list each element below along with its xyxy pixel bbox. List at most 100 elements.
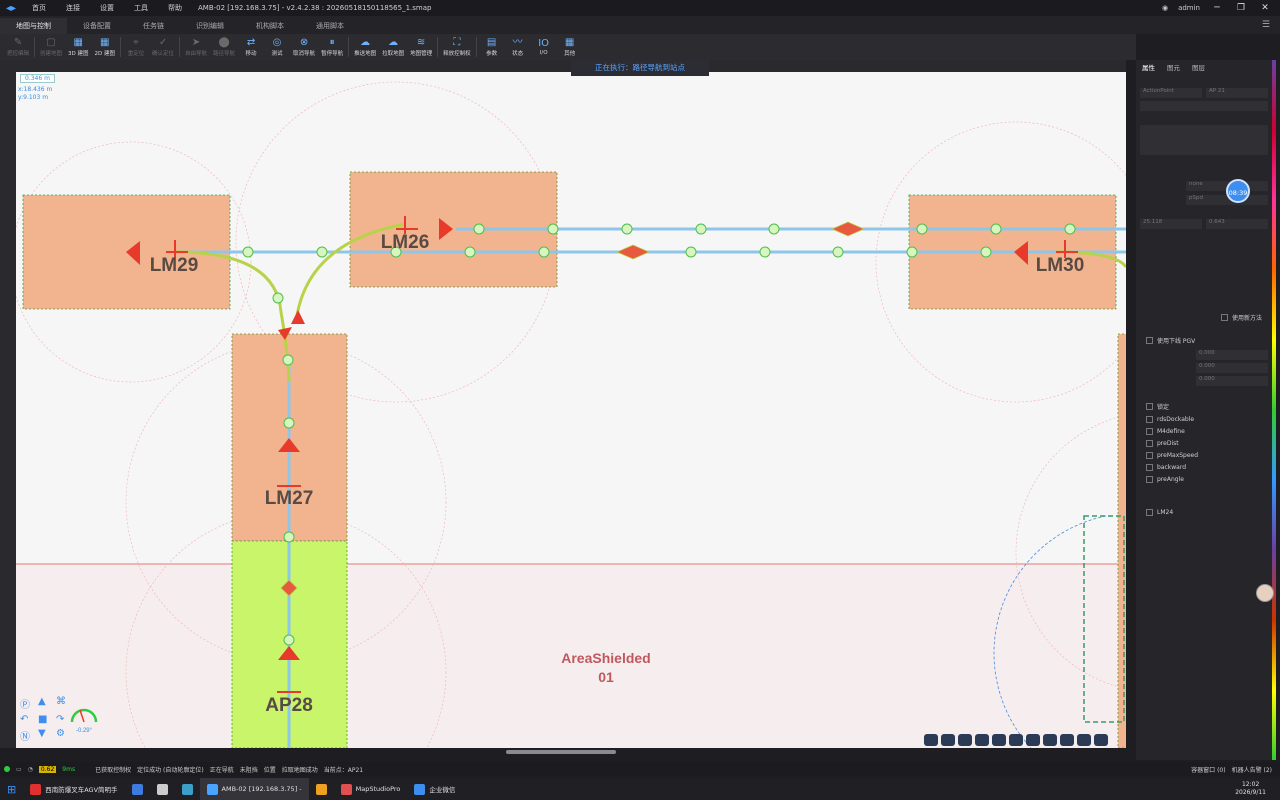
- rotate-right-icon[interactable]: ↷: [56, 714, 71, 725]
- close-button[interactable]: ✕: [1258, 3, 1272, 13]
- tab-1[interactable]: 设备配置: [67, 18, 127, 34]
- toolbar-button-17[interactable]: ☁ 拉取地图: [379, 37, 407, 57]
- rotate-left-icon[interactable]: ↶: [20, 714, 35, 725]
- option-2[interactable]: M4define: [1146, 428, 1262, 435]
- taskbar-app-2[interactable]: [150, 778, 175, 800]
- down-arrow-icon[interactable]: ▼: [38, 728, 53, 743]
- toolbar-button-9[interactable]: ➤ 自由导航: [182, 37, 210, 57]
- settings-icon[interactable]: ☰: [1252, 20, 1280, 34]
- tab-3[interactable]: 识别编辑: [180, 18, 240, 34]
- view-tool-1[interactable]: [924, 734, 938, 746]
- toolbar-button-22[interactable]: ▤ 参数: [479, 37, 505, 57]
- view-tool-3[interactable]: [958, 734, 972, 746]
- floating-timer[interactable]: 08:39: [1226, 179, 1250, 203]
- toolbar-button-16[interactable]: ☁ 推送地图: [351, 37, 379, 57]
- tab-4[interactable]: 机构脚本: [240, 18, 300, 34]
- map-canvas[interactable]: AreaShielded 01 LM29 LM26 LM30 LM27 AP28…: [16, 72, 1126, 748]
- toolbar-button-12[interactable]: ◎ 测试: [264, 37, 290, 57]
- linked-checkbox[interactable]: [1146, 509, 1153, 516]
- robot-alarm[interactable]: 机器人告警 (2): [1232, 765, 1280, 774]
- option-4[interactable]: preMaxSpeed: [1146, 452, 1262, 459]
- view-tool-2[interactable]: [941, 734, 955, 746]
- description-field[interactable]: [1140, 125, 1268, 155]
- toolbar-button-23[interactable]: 〰状态: [505, 37, 531, 57]
- view-tool-10[interactable]: [1077, 734, 1091, 746]
- pgv-x-field[interactable]: 0.000: [1196, 350, 1268, 360]
- menu-item-1[interactable]: 连接: [56, 3, 90, 13]
- tab-2[interactable]: 任务链: [127, 18, 180, 34]
- toolbar-button-7[interactable]: ✓ 确认定位: [149, 37, 177, 57]
- container-window[interactable]: 容器窗口 (0): [1191, 765, 1225, 774]
- toolbar-button-18[interactable]: ≋ 地图管理: [407, 37, 435, 57]
- mode-icon[interactable]: Ⓝ: [20, 728, 35, 743]
- toolbar-button-24[interactable]: IO I/O: [531, 38, 557, 56]
- gamepad-icon[interactable]: ⌘: [56, 696, 71, 711]
- checkbox-1[interactable]: [1146, 416, 1153, 423]
- view-tool-8[interactable]: [1043, 734, 1057, 746]
- checkbox-5[interactable]: [1146, 464, 1153, 471]
- tab-5[interactable]: 通用脚本: [300, 18, 360, 34]
- option-6[interactable]: preAngle: [1146, 476, 1262, 483]
- toolbar-button-14[interactable]: ⏸ 暂停导航: [318, 37, 346, 57]
- pgv-checkbox[interactable]: [1146, 337, 1153, 344]
- toolbar-button-4[interactable]: ▦ 2D 建图: [92, 37, 118, 57]
- view-tool-9[interactable]: [1060, 734, 1074, 746]
- taskbar-app-7[interactable]: 企业微信: [407, 778, 462, 800]
- x-field[interactable]: 25.118: [1140, 219, 1202, 229]
- toolbar-button-25[interactable]: ▦ 其他: [557, 37, 583, 57]
- new-method-checkbox[interactable]: [1220, 314, 1228, 321]
- toolbar-button-10[interactable]: ⬤ 路径导航: [210, 37, 238, 57]
- view-tool-7[interactable]: [1026, 734, 1040, 746]
- assistant-avatar[interactable]: [1256, 584, 1274, 602]
- checkbox-2[interactable]: [1146, 428, 1153, 435]
- gear-icon[interactable]: ⚙: [56, 728, 71, 743]
- tab-0[interactable]: 地图与控制: [0, 18, 67, 34]
- checkbox-6[interactable]: [1146, 476, 1153, 483]
- option-1[interactable]: rdsDockable: [1146, 416, 1262, 423]
- station-partial[interactable]: [1117, 333, 1126, 748]
- option-5[interactable]: backward: [1146, 464, 1262, 471]
- pgv-y-field[interactable]: 0.000: [1196, 363, 1268, 373]
- menu-item-0[interactable]: 首页: [22, 3, 56, 13]
- taskbar-app-3[interactable]: [175, 778, 200, 800]
- taskbar-app-0[interactable]: 西南防爆叉车AGV简明手: [23, 778, 124, 800]
- menu-item-2[interactable]: 设置: [90, 3, 124, 13]
- user-icon[interactable]: ◉: [1162, 4, 1168, 12]
- option-3[interactable]: preDist: [1146, 440, 1262, 447]
- panel-tab-1[interactable]: 图元: [1167, 62, 1180, 72]
- option-0[interactable]: 锁定: [1146, 402, 1262, 411]
- taskbar-app-6[interactable]: MapStudioPro: [334, 778, 408, 800]
- toolbar-button-6[interactable]: ⌖ 重定位: [123, 37, 149, 57]
- user-name[interactable]: admin: [1178, 4, 1200, 12]
- checkbox-3[interactable]: [1146, 440, 1153, 447]
- map-svg[interactable]: AreaShielded 01 LM29 LM26 LM30 LM27 AP28…: [16, 72, 1126, 748]
- horizontal-scrollbar[interactable]: [506, 750, 616, 754]
- taskbar-app-4[interactable]: AMB-02 [192.168.3.75] -: [199, 778, 309, 800]
- toolbar-button-0[interactable]: ✎ 把控编辑: [4, 37, 32, 57]
- taskbar-app-5[interactable]: [309, 778, 334, 800]
- panel-tab-2[interactable]: 图层: [1192, 62, 1205, 72]
- label-field[interactable]: [1140, 101, 1268, 111]
- toolbar-button-13[interactable]: ⊗ 取消导航: [290, 37, 318, 57]
- taskbar-app-1[interactable]: [125, 778, 150, 800]
- pan-icon[interactable]: Ⓟ: [20, 696, 35, 711]
- panel-tab-0[interactable]: 属性: [1142, 62, 1155, 72]
- y-field[interactable]: 0.643: [1206, 219, 1268, 229]
- menu-item-3[interactable]: 工具: [124, 3, 158, 13]
- minimize-button[interactable]: ─: [1210, 3, 1224, 13]
- view-tool-5[interactable]: [992, 734, 1006, 746]
- up-arrow-icon[interactable]: ▲: [38, 696, 53, 711]
- maximize-button[interactable]: ❐: [1234, 3, 1248, 13]
- view-tool-11[interactable]: [1094, 734, 1108, 746]
- class-field[interactable]: ActionPoint: [1140, 88, 1202, 98]
- stop-icon[interactable]: ■: [38, 714, 53, 725]
- name-field[interactable]: AP 21: [1206, 88, 1268, 98]
- toolbar-button-20[interactable]: ⛶ 释放控制权: [440, 37, 474, 57]
- view-tool-6[interactable]: [1009, 734, 1023, 746]
- checkbox-0[interactable]: [1146, 403, 1153, 410]
- toolbar-button-2[interactable]: ▢ 创建地图: [37, 37, 65, 57]
- toolbar-button-11[interactable]: ⇄ 移动: [238, 37, 264, 57]
- windows-start-icon[interactable]: ⊞: [0, 778, 23, 800]
- toolbar-button-3[interactable]: ▦ 3D 建图: [65, 37, 91, 57]
- pgv-angle-field[interactable]: 0.000: [1196, 376, 1268, 386]
